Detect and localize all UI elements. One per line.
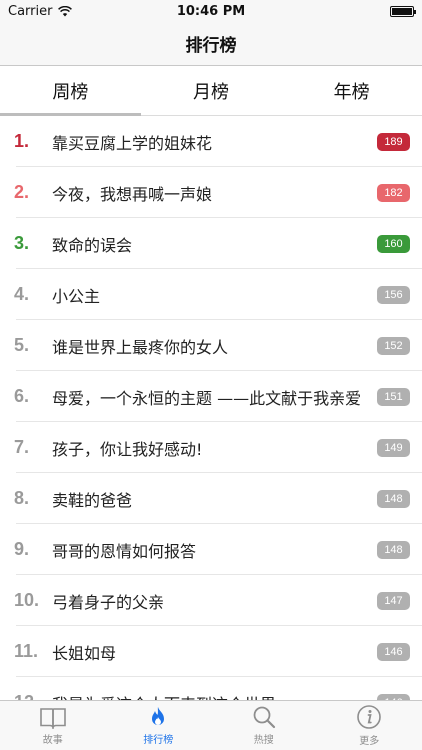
list-item[interactable]: 4. 小公主 156: [0, 269, 422, 320]
count-badge: 151: [377, 387, 410, 406]
status-left: Carrier: [8, 3, 73, 19]
tabbar-label: 故事: [42, 735, 63, 746]
rank-number: 12.: [0, 692, 52, 700]
tab-bar: 故事 排行榜 热搜 更多: [0, 700, 422, 750]
rank-number: 6.: [14, 386, 30, 406]
page-title: 排行榜: [185, 36, 237, 56]
story-title: 卖鞋的爸爸: [52, 490, 133, 510]
story-title: 孩子，你让我好感动!: [52, 439, 203, 459]
count-badge: 149: [377, 438, 410, 457]
story-title: 弓着身子的父亲: [52, 592, 165, 612]
tab-monthly[interactable]: 月榜: [141, 66, 282, 115]
status-bar: Carrier 10:46 PM: [0, 0, 422, 22]
story-title: 今夜，我想再喊一声娘: [52, 184, 213, 204]
tab-label: 周榜: [52, 81, 89, 103]
count-badge: 147: [377, 591, 410, 610]
tabbar-item-ranking[interactable]: 排行榜: [106, 701, 212, 750]
count-badge: 146: [377, 642, 410, 661]
list-item[interactable]: 12.我是为爱这个人而来到这个世界146: [0, 677, 422, 700]
list-item[interactable]: 5. 谁是世界上最疼你的女人 152: [0, 320, 422, 371]
story-title: 母爱，一个永恒的主题 ——此文献于我亲爱: [52, 388, 361, 408]
count-badge: 148: [377, 489, 410, 508]
rank-number: 11.: [14, 641, 39, 661]
rank-number: 8.: [14, 488, 30, 508]
count-badge: 148: [377, 540, 410, 559]
search-icon: [253, 706, 275, 729]
rank-number: 5.: [14, 335, 30, 355]
tabbar-label: 热搜: [253, 735, 274, 746]
story-title: 哥哥的恩情如何报答: [52, 541, 197, 561]
list-item[interactable]: 7. 孩子，你让我好感动! 149: [0, 422, 422, 473]
info-icon: [357, 705, 382, 729]
list-item[interactable]: 2. 今夜，我想再喊一声娘 182: [0, 167, 422, 218]
story-title: 长姐如母: [52, 643, 117, 663]
count-badge: 152: [377, 336, 410, 355]
count-badge: 160: [377, 234, 410, 253]
battery-icon: [390, 5, 416, 17]
tab-weekly[interactable]: 周榜: [0, 66, 141, 116]
tabbar-item-hot-search[interactable]: 热搜: [211, 701, 317, 750]
tab-yearly[interactable]: 年榜: [281, 66, 422, 115]
tabbar-label: 排行榜: [143, 735, 174, 746]
rank-number: 2.: [14, 182, 30, 202]
list-item[interactable]: 10. 弓着身子的父亲 147: [0, 575, 422, 626]
ranking-list[interactable]: 1. 靠买豆腐上学的姐妹花 189 2. 今夜，我想再喊一声娘 182 3. 致命的误会 1…: [0, 116, 422, 700]
list-item[interactable]: 11. 长姐如母 146: [0, 626, 422, 677]
rank-number: 10.: [14, 590, 40, 610]
story-title: 致命的误会: [52, 235, 133, 255]
count-badge: 156: [377, 285, 410, 304]
flame-icon: [152, 707, 165, 725]
tabbar-label: 更多: [359, 736, 380, 747]
carrier-label: Carrier: [8, 3, 53, 19]
story-title: 谁是世界上最疼你的女人: [52, 337, 229, 357]
rank-number: 1.: [14, 131, 30, 151]
story-title: 靠买豆腐上学的姐妹花: [52, 133, 213, 153]
tab-label: 年榜: [333, 81, 370, 103]
story-title: 我是为爱这个人而来到这个世界: [52, 691, 361, 701]
tabbar-item-stories[interactable]: 故事: [0, 701, 106, 750]
list-item[interactable]: 9. 哥哥的恩情如何报答 148: [0, 524, 422, 575]
story-title: 小公主: [52, 286, 101, 306]
rank-number: 7.: [14, 437, 30, 457]
rank-number: 4.: [14, 284, 30, 304]
period-tabs: 周榜 月榜 年榜: [0, 66, 422, 116]
count-badge: 182: [377, 183, 410, 202]
rank-number: 3.: [14, 233, 30, 253]
count-badge: 189: [377, 132, 410, 151]
list-item[interactable]: 8. 卖鞋的爸爸 148: [0, 473, 422, 524]
wifi-icon: [58, 5, 73, 16]
list-item[interactable]: 3. 致命的误会 160: [0, 218, 422, 269]
book-icon: [39, 708, 66, 729]
list-item[interactable]: 1. 靠买豆腐上学的姐妹花 189: [0, 116, 422, 167]
nav-bar: 排行榜: [0, 22, 422, 66]
list-item[interactable]: 6. 母爱，一个永恒的主题 ——此文献于我亲爱 151: [0, 371, 422, 422]
rank-number: 9.: [14, 539, 30, 559]
tabbar-item-more[interactable]: 更多: [317, 701, 422, 750]
tab-label: 月榜: [193, 81, 229, 103]
